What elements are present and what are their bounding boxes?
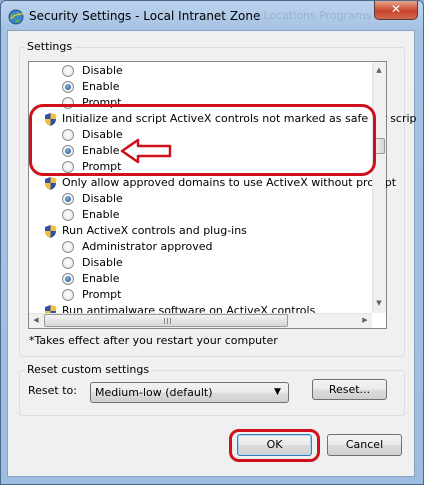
disable-radio[interactable] (62, 65, 74, 77)
administrator-approved-label: Administrator approved (82, 240, 213, 253)
settings-group-label: Settings (25, 40, 75, 53)
disable-label: Disable (82, 64, 123, 77)
close-button[interactable]: ✕ (374, 1, 418, 20)
annotation-arrow-icon (120, 138, 172, 164)
reset-level-dropdown[interactable]: Medium-low (default) ▼ (90, 382, 289, 403)
partially-visible-row-clip: Run antimalware software on ActiveX cont… (45, 303, 372, 313)
annotation-ellipse-activex-setting (29, 104, 376, 176)
scroll-up-arrow-icon[interactable]: ▲ (373, 66, 385, 74)
horizontal-scroll-thumb[interactable] (44, 314, 288, 327)
enable-radio[interactable] (62, 273, 74, 285)
scroll-down-arrow-icon[interactable]: ▼ (373, 299, 385, 307)
scroll-left-arrow-icon[interactable]: ◀ (32, 316, 40, 324)
administrator-approved-radio[interactable] (62, 241, 74, 253)
prompt-radio[interactable] (62, 289, 74, 301)
security-shield-icon (45, 305, 56, 313)
reset-button[interactable]: Reset... (312, 379, 387, 400)
security-shield-icon (45, 225, 56, 238)
category-label: Run antimalware software on ActiveX cont… (62, 304, 316, 313)
enable-label: Enable (82, 80, 120, 93)
enable-label: Enable (82, 272, 120, 285)
disable-label: Disable (82, 256, 123, 269)
security-shield-icon (45, 177, 56, 190)
cancel-button[interactable]: Cancel (327, 434, 402, 456)
reset-level-value: Medium-low (default) (95, 386, 213, 399)
chevron-down-icon: ▼ (274, 387, 281, 397)
scroll-right-arrow-icon[interactable]: ▶ (361, 316, 369, 324)
prompt-label: Prompt (82, 288, 122, 301)
reset-to-label: Reset to: (28, 384, 77, 397)
reset-group-label: Reset custom settings (25, 363, 152, 376)
enable-label: Enable (82, 208, 120, 221)
scroll-grip-icon (164, 318, 165, 324)
restart-note: *Takes effect after you restart your com… (29, 334, 278, 347)
internet-options-globe-icon (8, 9, 24, 25)
scroll-grip-icon (167, 318, 168, 324)
enable-radio[interactable] (62, 209, 74, 221)
category-label: Only allow approved domains to use Activ… (62, 176, 397, 189)
enable-radio[interactable] (62, 81, 74, 93)
disable-radio[interactable] (62, 257, 74, 269)
disable-label: Disable (82, 192, 123, 205)
scroll-grip-icon (170, 318, 171, 324)
title-bar[interactable]: Security Settings - Local Intranet Zone … (1, 1, 423, 31)
window-title: Security Settings - Local Intranet Zone (29, 9, 261, 23)
disable-radio[interactable] (62, 193, 74, 205)
vertical-scrollbar[interactable] (372, 62, 386, 313)
category-label: Run ActiveX controls and plug-ins (62, 224, 247, 237)
annotation-ellipse-ok-button (229, 429, 320, 462)
